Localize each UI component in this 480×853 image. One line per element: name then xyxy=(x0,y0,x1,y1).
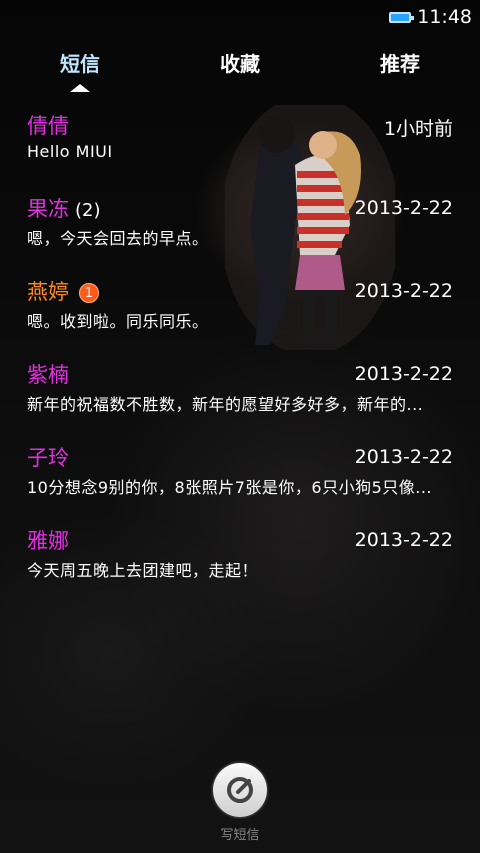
message-date: 2013-2-22 xyxy=(354,363,453,385)
contact-name: 果冻 (2) xyxy=(27,197,101,221)
compose-label: 写短信 xyxy=(220,828,260,843)
message-date: 2013-2-22 xyxy=(354,446,453,468)
compose-icon xyxy=(227,777,253,803)
status-time: 11:48 xyxy=(417,6,472,28)
tab-indicator-arrow xyxy=(70,84,90,92)
tab-recommended[interactable]: 推荐 xyxy=(340,48,460,77)
conversation-item[interactable]: 雅娜 2013-2-22 今天周五晚上去团建吧，走起！ xyxy=(0,517,480,599)
tab-bar: 短信 收藏 推荐 xyxy=(0,48,480,94)
battery-icon xyxy=(389,11,415,23)
message-date: 2013-2-22 xyxy=(354,280,453,302)
message-preview: 10分想念9别的你，8张照片7张是你，6只小狗5只像... xyxy=(27,478,433,497)
compose-button[interactable] xyxy=(213,763,267,817)
message-date: 2013-2-22 xyxy=(354,197,453,219)
conversation-item[interactable]: 果冻 (2) 2013-2-22 嗯，今天会回去的早点。 xyxy=(0,185,480,267)
message-preview: 新年的祝福数不胜数，新年的愿望好多好多，新年的... xyxy=(27,395,424,414)
tab-messages[interactable]: 短信 xyxy=(20,48,140,77)
status-bar: 11:48 xyxy=(0,0,480,34)
unread-badge: 1 xyxy=(79,283,99,303)
unread-count: (2) xyxy=(75,200,101,221)
conversation-item[interactable]: 紫楠 2013-2-22 新年的祝福数不胜数，新年的愿望好多好多，新年的... xyxy=(0,351,480,433)
contact-name: 倩倩 xyxy=(27,114,69,138)
contact-name: 子玲 xyxy=(27,446,69,470)
contact-name: 雅娜 xyxy=(27,529,69,553)
message-preview: 嗯。收到啦。同乐同乐。 xyxy=(27,312,209,331)
message-date: 2013-2-22 xyxy=(354,529,453,551)
message-preview: 嗯，今天会回去的早点。 xyxy=(27,229,209,248)
tab-favorites[interactable]: 收藏 xyxy=(180,48,300,77)
contact-name: 燕婷 1 xyxy=(27,276,99,306)
conversation-item[interactable]: 倩倩 1小时前 Hello MIUI xyxy=(0,102,480,184)
message-preview: 今天周五晚上去团建吧，走起！ xyxy=(27,561,259,580)
message-date: 1小时前 xyxy=(383,118,453,140)
contact-name: 紫楠 xyxy=(27,363,69,387)
conversation-item[interactable]: 燕婷 1 2013-2-22 嗯。收到啦。同乐同乐。 xyxy=(0,268,480,350)
message-preview: Hello MIUI xyxy=(27,142,113,161)
conversation-item[interactable]: 子玲 2013-2-22 10分想念9别的你，8张照片7张是你，6只小狗5只像.… xyxy=(0,434,480,516)
